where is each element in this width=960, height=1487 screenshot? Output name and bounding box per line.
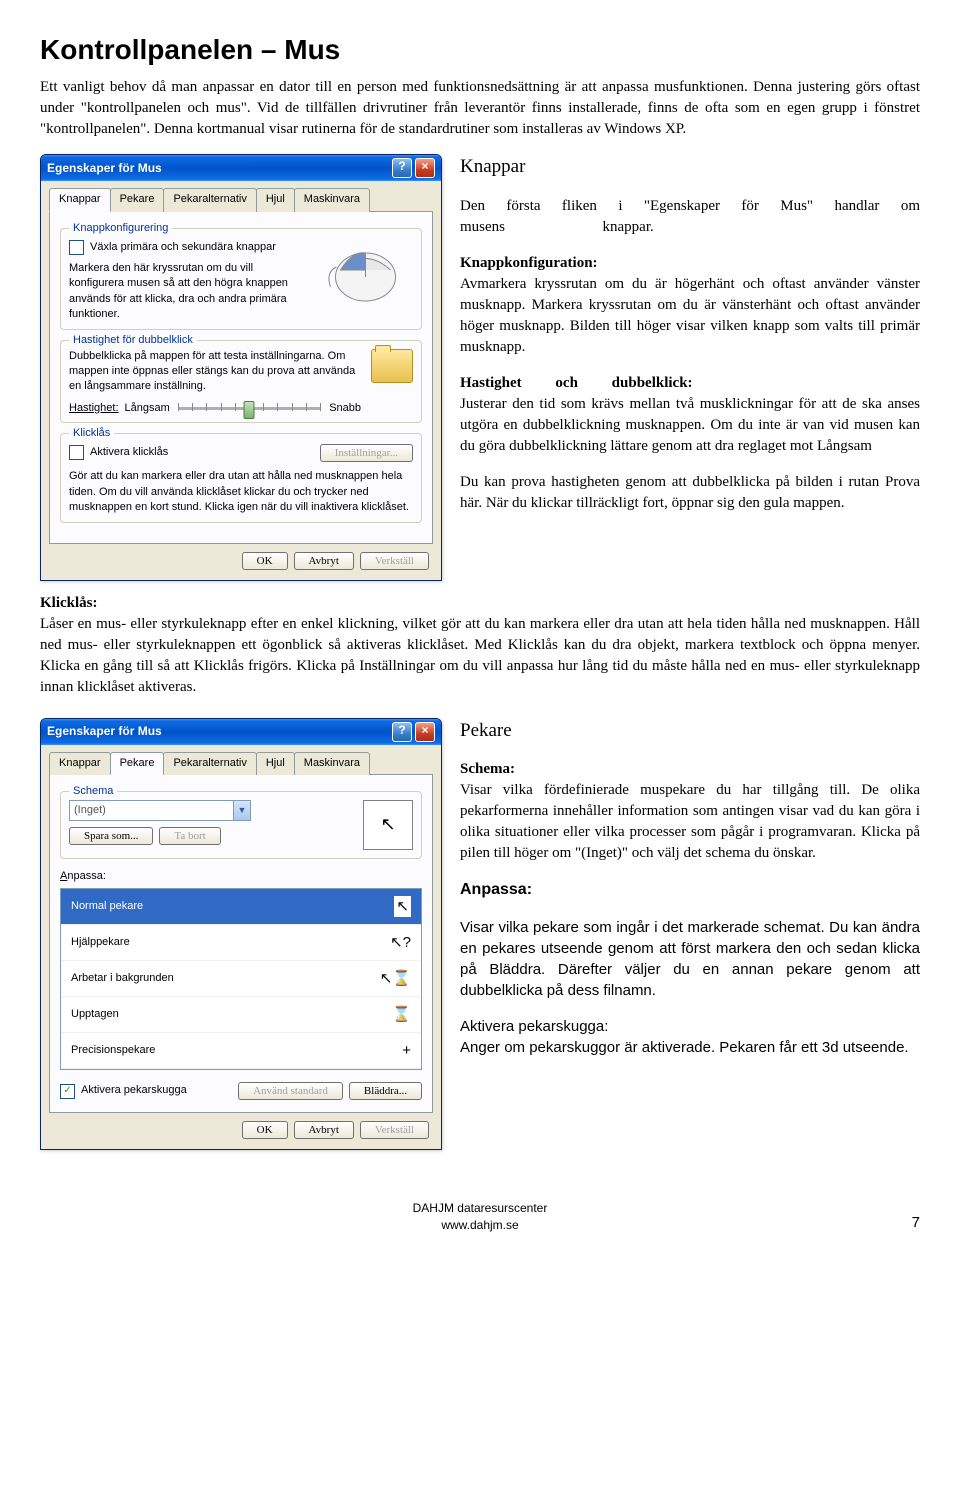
group-doubleclick-title: Hastighet för dubbelklick (69, 333, 197, 348)
ok-button[interactable]: OK (242, 1121, 288, 1139)
swap-buttons-label: Växla primära och sekundära knappar (90, 240, 276, 255)
cursor-row-normal[interactable]: Normal pekare ↖ (61, 889, 421, 925)
speed-fast-label: Snabb (329, 401, 361, 416)
browse-button[interactable]: Bläddra... (349, 1082, 422, 1100)
schema-dropdown[interactable]: (Inget) ▼ (69, 800, 251, 821)
cursor-busy-icon: ⌛ (392, 1004, 411, 1025)
cursor-background-icon: ↖⌛ (380, 968, 411, 989)
tab-maskinvara[interactable]: Maskinvara (294, 752, 370, 775)
anpassa-label: Anpassa: (60, 869, 422, 884)
doubleclick-description: Dubbelklicka på mappen för att testa ins… (69, 349, 361, 395)
clicklock-checkbox[interactable] (69, 445, 84, 460)
tab-pekare[interactable]: Pekare (110, 752, 165, 775)
hastighet-paragraph2: Du kan prova hastigheten genom att dubbe… (460, 472, 920, 514)
schema-paragraph: Schema: Visar vilka fördefinierade muspe… (460, 759, 920, 864)
intro-paragraph: Ett vanligt behov då man anpassar en dat… (40, 77, 920, 140)
cursor-row-background[interactable]: Arbetar i bakgrunden ↖⌛ (61, 961, 421, 997)
anpassa-paragraph: Visar vilka pekare som ingår i det marke… (460, 917, 920, 1001)
close-button[interactable]: × (415, 158, 435, 178)
klicklas-paragraph: Klicklås: Låser en mus- eller styrkulekn… (40, 593, 920, 698)
clicklock-description: Gör att du kan markera eller dra utan at… (69, 469, 413, 515)
group-clicklock-title: Klicklås (69, 426, 114, 441)
footer-center: DAHJM dataresurscenter www.dahjm.se (70, 1200, 890, 1234)
mouse-properties-dialog-buttons: Egenskaper för Mus ? × Knappar Pekare Pe… (40, 154, 442, 580)
group-schema-title: Schema (69, 784, 117, 799)
knappkonfiguration-paragraph: Knappkonfiguration: Avmarkera kryssrutan… (460, 253, 920, 358)
cursor-row-help[interactable]: Hjälppekare ↖? (61, 925, 421, 961)
help-button[interactable]: ? (392, 722, 412, 742)
cursor-list[interactable]: Normal pekare ↖ Hjälppekare ↖? Arbetar i… (60, 888, 422, 1070)
tab-pekaralternativ[interactable]: Pekaralternativ (163, 752, 256, 775)
speed-slow-label: Långsam (125, 401, 170, 416)
doubleclick-speed-slider[interactable] (178, 407, 321, 410)
dialog-title: Egenskaper för Mus (47, 160, 162, 177)
cursor-precision-icon: + (402, 1040, 411, 1061)
page-title: Kontrollpanelen – Mus (40, 30, 920, 69)
clicklock-label: Aktivera klicklås (90, 445, 168, 460)
chevron-down-icon[interactable]: ▼ (233, 801, 250, 820)
use-default-button[interactable]: Använd standard (238, 1082, 343, 1100)
page-number: 7 (890, 1212, 920, 1233)
pekare-heading: Pekare (460, 718, 920, 745)
knappar-heading: Knappar (460, 154, 920, 181)
cursor-row-precision[interactable]: Precisionspekare + (61, 1033, 421, 1069)
help-button[interactable]: ? (392, 158, 412, 178)
aktivera-pekarskugga-paragraph: Aktivera pekarskugga: Anger om pekarskug… (460, 1016, 920, 1058)
cursor-normal-icon: ↖ (394, 896, 411, 917)
cancel-button[interactable]: Avbryt (294, 1121, 354, 1139)
ok-button[interactable]: OK (242, 552, 288, 570)
tab-maskinvara[interactable]: Maskinvara (294, 188, 370, 211)
dialog-title: Egenskaper för Mus (47, 723, 162, 740)
cursor-row-busy[interactable]: Upptagen ⌛ (61, 997, 421, 1033)
tab-knappar[interactable]: Knappar (49, 752, 111, 775)
group-knappkonfigurering-title: Knappkonfigurering (69, 221, 172, 236)
tab-hjul[interactable]: Hjul (256, 752, 295, 775)
anpassa-heading: Anpassa: (460, 879, 920, 901)
tab-pekaralternativ[interactable]: Pekaralternativ (163, 188, 256, 211)
clicklock-settings-button[interactable]: Inställningar... (320, 444, 413, 462)
speed-label: Hastighet: (69, 401, 119, 416)
hastighet-paragraph: Hastighet och dubbelklick: Justerar den … (460, 373, 920, 457)
cursor-help-icon: ↖? (390, 932, 411, 953)
apply-button[interactable]: Verkställ (360, 552, 429, 570)
close-button[interactable]: × (415, 722, 435, 742)
swap-buttons-checkbox[interactable] (69, 240, 84, 255)
delete-button[interactable]: Ta bort (159, 827, 220, 845)
swap-buttons-description: Markera den här kryssrutan om du vill ko… (69, 261, 310, 323)
tab-hjul[interactable]: Hjul (256, 188, 295, 211)
knappar-intro: Den första fliken i "Egenskaper för Mus"… (460, 196, 920, 238)
pointer-shadow-checkbox[interactable]: ✓ (60, 1084, 75, 1099)
pointer-preview: ↖ (363, 800, 413, 850)
apply-button[interactable]: Verkställ (360, 1121, 429, 1139)
mouse-icon (318, 237, 413, 302)
mouse-properties-dialog-pointers: Egenskaper för Mus ? × Knappar Pekare Pe… (40, 718, 442, 1150)
doubleclick-test-folder-icon[interactable] (371, 349, 413, 383)
cancel-button[interactable]: Avbryt (294, 552, 354, 570)
pointer-shadow-label: Aktivera pekarskugga (81, 1083, 187, 1098)
tab-pekare[interactable]: Pekare (110, 188, 165, 211)
save-as-button[interactable]: Spara som... (69, 827, 153, 845)
tab-knappar[interactable]: Knappar (49, 188, 111, 211)
